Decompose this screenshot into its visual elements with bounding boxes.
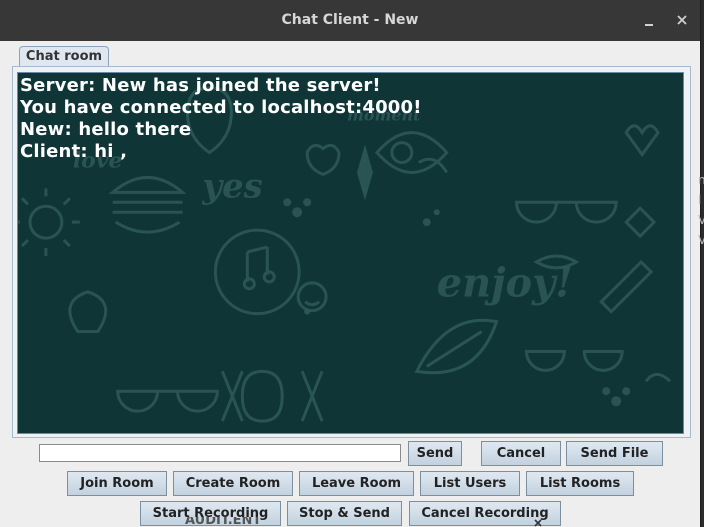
close-button[interactable] xyxy=(672,10,692,30)
message-list: Server: New has joined the server! You h… xyxy=(20,75,422,163)
window-title: Chat Client - New xyxy=(281,12,419,28)
chat-message-area[interactable]: yes enjoy! love moment Server: New has j… xyxy=(17,72,684,434)
overlapped-text: AUDIT.ENT xyxy=(185,517,262,527)
message-line: You have connected to localhost:4000! xyxy=(20,97,422,118)
cancel-button[interactable]: Cancel xyxy=(481,441,561,466)
create-room-button[interactable]: Create Room xyxy=(173,471,293,496)
send-file-button[interactable]: Send File xyxy=(566,441,663,466)
message-line: New: hello there xyxy=(20,119,192,140)
message-input[interactable] xyxy=(39,444,401,462)
list-users-button[interactable]: List Users xyxy=(420,471,520,496)
leave-room-button[interactable]: Leave Room xyxy=(299,471,414,496)
svg-text:yes: yes xyxy=(201,165,262,205)
close-icon xyxy=(677,15,687,25)
minimize-button[interactable] xyxy=(640,10,660,30)
list-rooms-button[interactable]: List Rooms xyxy=(526,471,634,496)
join-room-button[interactable]: Join Room xyxy=(67,471,167,496)
message-line: Client: hi , xyxy=(20,141,128,162)
background-window-edge-text: n l V V xyxy=(698,173,704,247)
send-button[interactable]: Send xyxy=(408,441,462,466)
message-line: Server: New has joined the server! xyxy=(20,75,381,96)
svg-text:enjoy!: enjoy! xyxy=(437,261,573,307)
chat-client-window: Chat Client - New Chat room yes enjoy! l… xyxy=(0,0,701,527)
close-icon xyxy=(534,519,542,527)
tab-chat-room[interactable]: Chat room xyxy=(19,46,109,67)
window-titlebar[interactable]: Chat Client - New xyxy=(0,0,700,41)
stop-send-button[interactable]: Stop & Send xyxy=(287,501,402,526)
